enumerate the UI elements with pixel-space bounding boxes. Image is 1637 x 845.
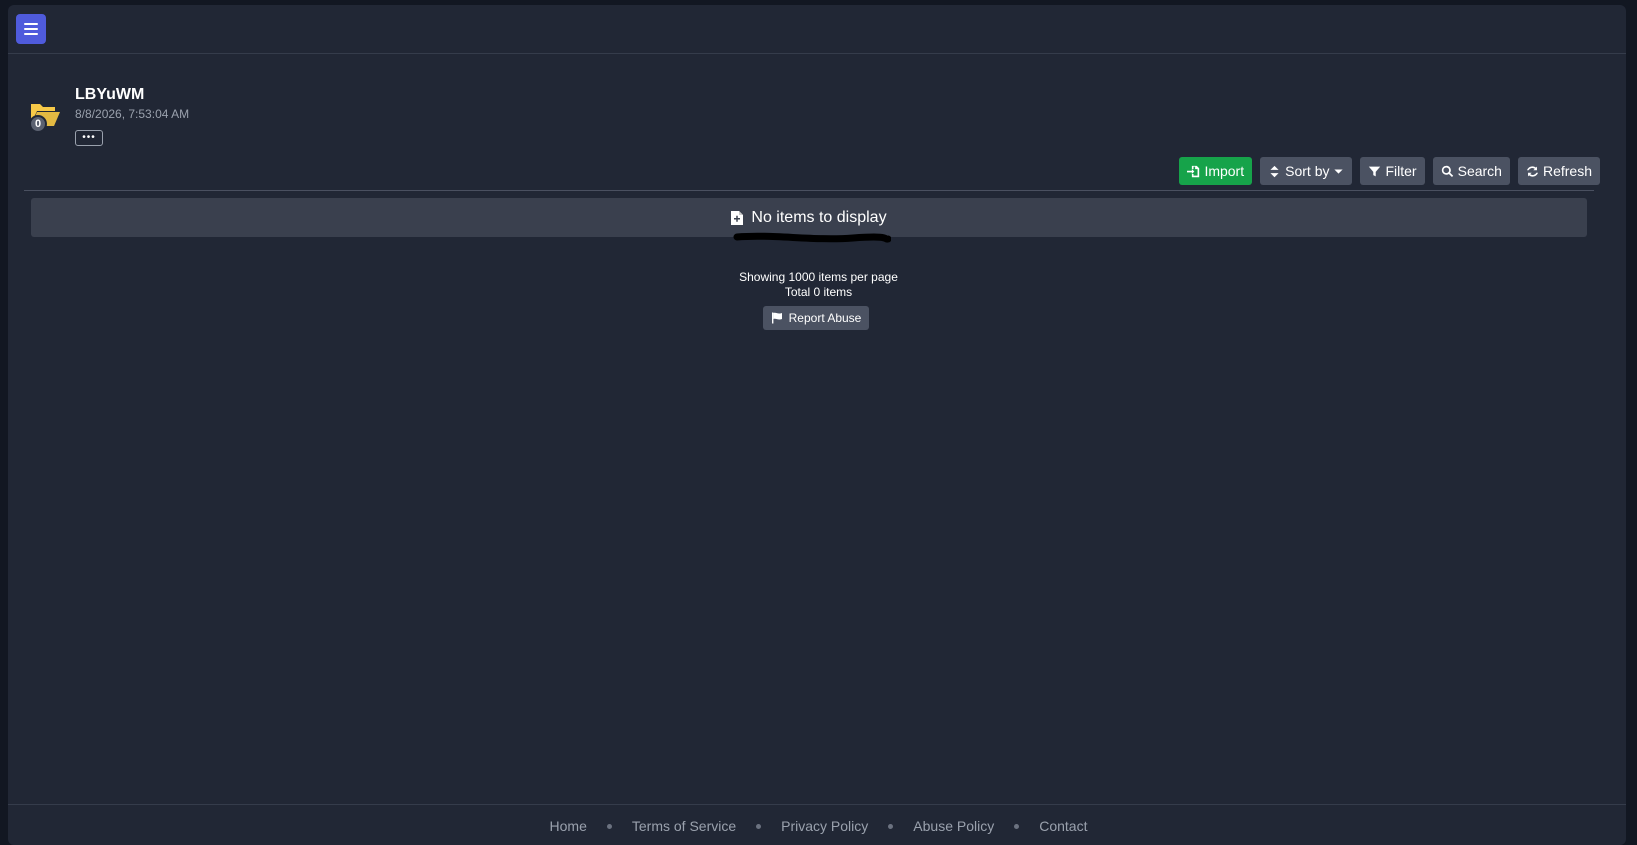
filter-icon bbox=[1369, 166, 1381, 176]
filter-label: Filter bbox=[1385, 163, 1417, 179]
more-options-button[interactable]: ••• bbox=[75, 130, 103, 146]
folder-date: 8/8/2026, 7:53:04 AM bbox=[75, 107, 190, 121]
sort-icon bbox=[1270, 165, 1279, 177]
main-panel bbox=[8, 5, 1626, 845]
separator-dot bbox=[756, 823, 762, 829]
redaction-scribble bbox=[733, 232, 891, 243]
refresh-label: Refresh bbox=[1542, 163, 1592, 179]
sort-by-button[interactable]: Sort by bbox=[1260, 157, 1353, 185]
file-icon bbox=[731, 210, 744, 225]
caret-down-icon bbox=[1334, 168, 1344, 174]
total-items-text: Total 0 items bbox=[784, 285, 853, 299]
item-count-badge: 0 bbox=[29, 115, 47, 133]
report-abuse-button[interactable]: Report Abuse bbox=[763, 306, 869, 330]
footer: Home Terms of Service Privacy Policy Abu… bbox=[0, 818, 1637, 834]
file-import-icon bbox=[1187, 165, 1200, 177]
import-label: Import bbox=[1204, 163, 1245, 179]
footer-link-home[interactable]: Home bbox=[550, 818, 587, 834]
per-page-text: Showing 1000 items per page bbox=[739, 270, 898, 284]
footer-link-privacy[interactable]: Privacy Policy bbox=[781, 818, 868, 834]
report-label: Report Abuse bbox=[788, 311, 862, 325]
toolbar: Import Sort by Filter Search Refresh bbox=[1179, 157, 1600, 185]
footer-link-contact[interactable]: Contact bbox=[1039, 818, 1087, 834]
footer-divider bbox=[8, 804, 1626, 805]
filter-button[interactable]: Filter bbox=[1360, 157, 1425, 185]
hamburger-icon bbox=[24, 23, 38, 25]
empty-message: No items to display bbox=[751, 208, 887, 226]
separator-dot bbox=[888, 823, 894, 829]
search-icon bbox=[1441, 165, 1453, 177]
search-button[interactable]: Search bbox=[1432, 157, 1510, 185]
top-bar bbox=[8, 5, 1626, 54]
flag-icon bbox=[771, 312, 782, 324]
search-label: Search bbox=[1457, 163, 1502, 179]
folder-title: LBYuWM bbox=[75, 86, 145, 103]
separator-dot bbox=[1014, 823, 1020, 829]
footer-link-abuse-policy[interactable]: Abuse Policy bbox=[913, 818, 994, 834]
separator-dot bbox=[606, 823, 612, 829]
sort-label: Sort by bbox=[1285, 163, 1330, 179]
footer-link-terms[interactable]: Terms of Service bbox=[632, 818, 736, 834]
refresh-icon bbox=[1526, 165, 1538, 177]
divider bbox=[24, 190, 1594, 191]
import-button[interactable]: Import bbox=[1179, 157, 1253, 185]
menu-button[interactable] bbox=[16, 14, 46, 44]
refresh-button[interactable]: Refresh bbox=[1517, 157, 1600, 185]
